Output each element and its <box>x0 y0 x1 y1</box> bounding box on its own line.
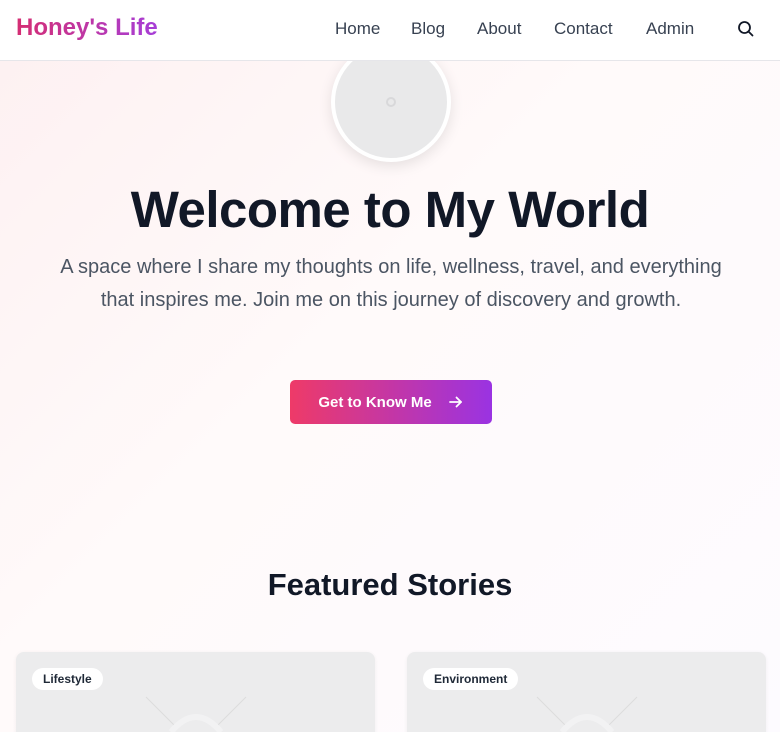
story-card[interactable]: Lifestyle <box>16 652 375 732</box>
nav-link-home[interactable]: Home <box>335 19 380 39</box>
nav-link-blog[interactable]: Blog <box>411 19 445 39</box>
search-icon <box>738 21 754 37</box>
category-badge: Lifestyle <box>32 668 103 690</box>
featured-title: Featured Stories <box>267 567 513 602</box>
nav-link-about[interactable]: About <box>477 19 521 39</box>
hero-title: Welcome to My World <box>130 181 650 238</box>
get-to-know-me-button[interactable]: Get to Know Me <box>290 380 492 424</box>
image-placeholder-icon <box>536 696 638 732</box>
nav-link-contact[interactable]: Contact <box>554 19 613 39</box>
cta-label: Get to Know Me <box>318 393 432 411</box>
category-badge: Environment <box>423 668 519 690</box>
site-logo[interactable]: Honey's Life <box>16 14 158 42</box>
story-card[interactable]: Environment <box>407 652 766 732</box>
image-placeholder-icon <box>145 696 247 732</box>
hero-subtitle: A space where I share my thoughts on lif… <box>60 256 722 311</box>
search-button[interactable] <box>736 19 756 39</box>
navbar: Honey's Life Home Blog About Contact Adm… <box>0 0 780 61</box>
image-placeholder-icon <box>386 97 396 107</box>
arrow-right-icon <box>448 396 462 408</box>
nav-link-admin[interactable]: Admin <box>646 19 694 39</box>
